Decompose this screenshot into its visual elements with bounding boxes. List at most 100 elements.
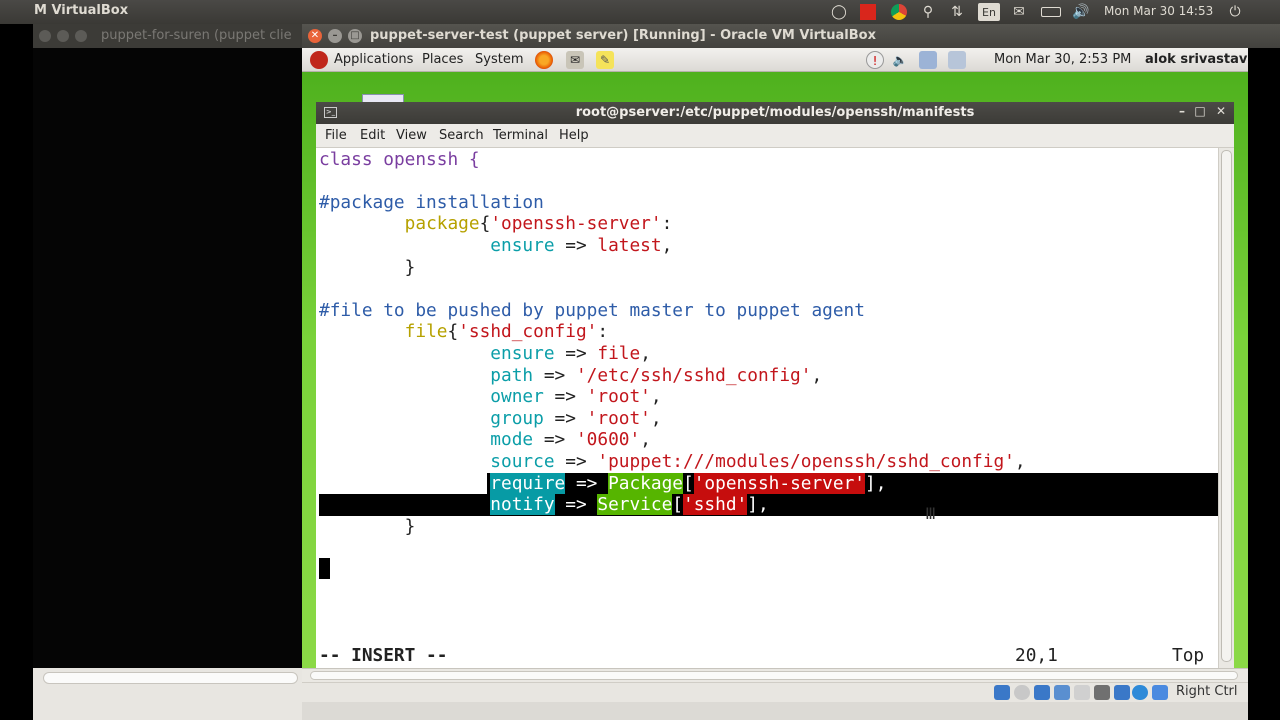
colon: : bbox=[597, 321, 609, 342]
red-app-icon[interactable] bbox=[859, 3, 877, 21]
menu-terminal[interactable]: Terminal bbox=[493, 128, 548, 143]
value-source: 'puppet:///modules/openssh/sshd_config' bbox=[597, 451, 1015, 472]
bulb-icon[interactable]: ◯ bbox=[831, 3, 847, 21]
value-group: 'root' bbox=[586, 408, 651, 429]
vbox-status-bar: Right Ctrl bbox=[302, 682, 1248, 702]
usb-icon[interactable] bbox=[1034, 685, 1050, 700]
guest-clock[interactable]: Mon Mar 30, 2:53 PM bbox=[994, 52, 1131, 67]
minimize-icon[interactable]: – bbox=[1174, 104, 1190, 122]
hscroll-thumb[interactable] bbox=[310, 671, 1238, 680]
host-top-panel: M VirtualBox ◯ ⚲ ⇅ En ✉ 🔊 Mon Mar 30 14:… bbox=[0, 0, 1280, 24]
attr-notify: notify bbox=[490, 494, 555, 515]
hscroll-track[interactable] bbox=[43, 672, 298, 684]
maximize-icon[interactable] bbox=[75, 30, 87, 42]
vim-mode: -- INSERT -- bbox=[319, 645, 448, 666]
network-icon[interactable] bbox=[919, 51, 937, 69]
resource-file: file bbox=[404, 321, 448, 342]
scroll-position: Top bbox=[1172, 645, 1205, 666]
background-vm-hscroll[interactable] bbox=[33, 668, 302, 720]
value-latest: latest bbox=[597, 235, 662, 256]
video-capture-icon[interactable] bbox=[1114, 685, 1130, 700]
display-icon[interactable] bbox=[1094, 685, 1110, 700]
code-line-4: package{'openssh-server': bbox=[404, 213, 673, 234]
applications-menu[interactable]: Applications bbox=[334, 52, 413, 67]
vbox-hscroll[interactable] bbox=[302, 668, 1248, 682]
attr-ensure: ensure bbox=[490, 235, 555, 256]
code-line-13: group => 'root', bbox=[490, 408, 662, 429]
value-mode: '0600' bbox=[575, 429, 641, 450]
attr-mode: mode bbox=[490, 429, 534, 450]
virtualization-icon[interactable] bbox=[1132, 685, 1148, 700]
vbox-window-title: puppet-server-test (puppet server) [Runn… bbox=[370, 28, 876, 43]
host-desktop-right bbox=[1248, 48, 1280, 720]
scrollbar-thumb[interactable] bbox=[1221, 150, 1232, 662]
firefox-icon[interactable] bbox=[535, 51, 553, 69]
redhat-logo-icon[interactable] bbox=[310, 51, 328, 69]
file-title: 'sshd_config' bbox=[458, 321, 598, 342]
terminal-title: root@pserver:/etc/puppet/modules/openssh… bbox=[575, 105, 975, 120]
menu-edit[interactable]: Edit bbox=[360, 128, 385, 143]
attr-path: path bbox=[490, 365, 534, 386]
system-menu[interactable]: System bbox=[475, 52, 523, 67]
code-line-11: path => '/etc/ssh/sshd_config', bbox=[490, 365, 823, 386]
colon: : bbox=[661, 213, 673, 234]
code-line-9: file{'sshd_config': bbox=[404, 321, 609, 342]
background-vm-screen[interactable] bbox=[33, 48, 302, 668]
code-line-5: ensure => latest, bbox=[319, 235, 672, 257]
code-line-16: require => Package['openssh-server'], bbox=[490, 473, 887, 494]
value-notify: 'sshd' bbox=[683, 494, 748, 515]
keyboard-lang-icon[interactable]: En bbox=[978, 3, 1000, 21]
notes-icon[interactable]: ✎ bbox=[596, 51, 614, 69]
cursor-position: 20,1 bbox=[1015, 645, 1058, 666]
attr-ensure: ensure bbox=[490, 343, 555, 364]
vbox-titlebar[interactable]: ✕ – □ puppet-server-test (puppet server)… bbox=[302, 24, 1280, 48]
network-arrows-icon[interactable]: ⇅ bbox=[948, 3, 966, 21]
minimize-icon[interactable] bbox=[57, 30, 69, 42]
battery-icon[interactable] bbox=[1040, 3, 1062, 21]
host-window-title: M VirtualBox bbox=[34, 3, 129, 18]
hard-disk-icon[interactable] bbox=[994, 685, 1010, 700]
attr-group: group bbox=[490, 408, 544, 429]
attr-source: source bbox=[490, 451, 555, 472]
network-adapter-icon[interactable] bbox=[1054, 685, 1070, 700]
terminal-menubar: File Edit View Search Terminal Help bbox=[316, 124, 1234, 148]
places-menu[interactable]: Places bbox=[422, 52, 463, 67]
code-comment-file: #file to be pushed by puppet master to p… bbox=[319, 300, 865, 321]
minimize-icon[interactable]: – bbox=[328, 29, 342, 43]
update-icon[interactable]: ! bbox=[866, 51, 884, 69]
mail-icon[interactable]: ✉ bbox=[1010, 3, 1028, 21]
close-icon[interactable]: ✕ bbox=[1213, 104, 1229, 122]
host-clock[interactable]: Mon Mar 30 14:53 bbox=[1104, 4, 1213, 18]
code-line-14: mode => '0600', bbox=[490, 429, 651, 450]
code-line-6: } bbox=[319, 257, 416, 279]
optical-drive-icon[interactable] bbox=[1014, 685, 1030, 700]
maximize-icon[interactable]: □ bbox=[1192, 104, 1208, 122]
search-icon[interactable]: ⚲ bbox=[919, 3, 937, 21]
close-icon[interactable]: ✕ bbox=[308, 29, 322, 43]
close-icon[interactable] bbox=[39, 30, 51, 42]
volume-icon[interactable]: 🔈 bbox=[891, 51, 909, 69]
background-vm-title: puppet-for-suren (puppet clie bbox=[101, 28, 292, 43]
menu-view[interactable]: View bbox=[396, 128, 427, 143]
code-line-10: ensure => file, bbox=[490, 343, 651, 364]
type-service: Service bbox=[597, 494, 673, 515]
mouse-text-cursor-icon: Ⅲ bbox=[925, 504, 937, 523]
mouse-integration-icon[interactable] bbox=[1152, 685, 1168, 700]
background-vm-titlebar[interactable]: puppet-for-suren (puppet clie bbox=[33, 24, 303, 48]
volume-icon[interactable]: 🔊 bbox=[1072, 3, 1090, 21]
type-package: Package bbox=[608, 473, 683, 494]
display-icon[interactable] bbox=[948, 51, 966, 69]
chrome-icon[interactable] bbox=[890, 3, 908, 21]
mail-client-icon[interactable]: ✉ bbox=[566, 51, 584, 69]
menu-file[interactable]: File bbox=[325, 128, 347, 143]
terminal-scrollbar[interactable] bbox=[1218, 148, 1234, 668]
menu-search[interactable]: Search bbox=[439, 128, 484, 143]
terminal-titlebar[interactable]: >_ root@pserver:/etc/puppet/modules/open… bbox=[316, 102, 1234, 124]
power-icon[interactable]: ⏻ bbox=[1226, 3, 1244, 21]
arrow: => bbox=[554, 235, 598, 256]
menu-help[interactable]: Help bbox=[559, 128, 589, 143]
shared-folders-icon[interactable] bbox=[1074, 685, 1090, 700]
guest-user-name[interactable]: alok srivastava bbox=[1145, 52, 1256, 67]
code-comment-package: #package installation bbox=[319, 192, 544, 213]
maximize-icon[interactable]: □ bbox=[348, 29, 362, 43]
